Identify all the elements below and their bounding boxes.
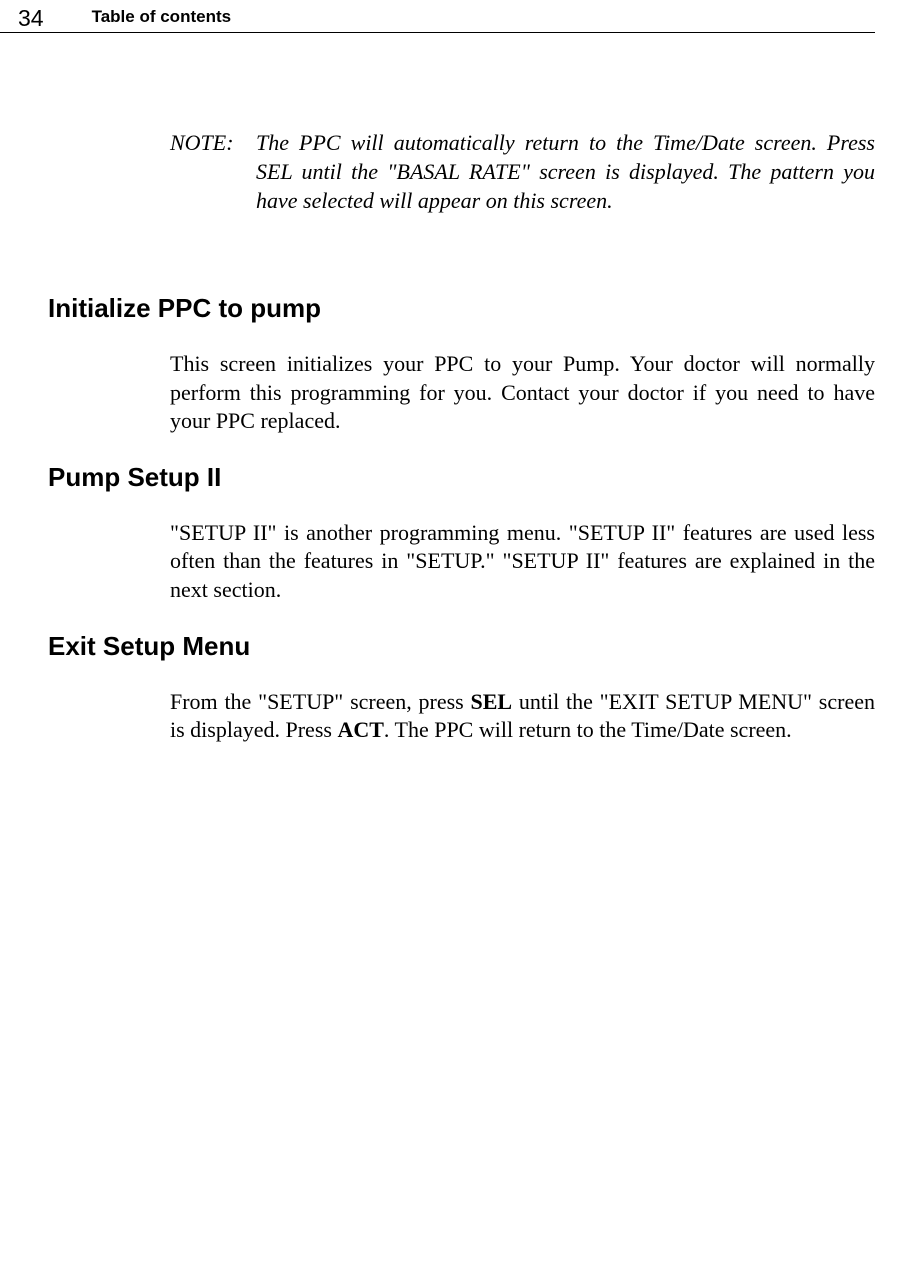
note-text: The PPC will automatically return to the… [256, 128, 875, 215]
para-initialize: This screen initializes your PPC to your… [170, 350, 875, 436]
heading-initialize: Initialize PPC to pump [48, 293, 875, 324]
exit-pre: From the "SETUP" screen, press [170, 689, 471, 714]
note-label: NOTE: [170, 128, 256, 215]
page-number: 34 [18, 5, 44, 32]
page-header: 34 Table of contents [0, 0, 875, 33]
para-setup2: "SETUP II" is another programming menu. … [170, 519, 875, 605]
heading-exit: Exit Setup Menu [48, 631, 875, 662]
header-title: Table of contents [92, 7, 231, 27]
page-content: NOTE: The PPC will automatically return … [0, 128, 901, 745]
document-page: 34 Table of contents NOTE: The PPC will … [0, 0, 901, 1276]
note-block: NOTE: The PPC will automatically return … [170, 128, 875, 215]
sel-key: SEL [471, 689, 513, 714]
exit-post: . The PPC will return to the Time/Date s… [384, 717, 792, 742]
act-key: ACT [337, 717, 383, 742]
heading-setup2: Pump Setup II [48, 462, 875, 493]
para-exit: From the "SETUP" screen, press SEL until… [170, 688, 875, 745]
